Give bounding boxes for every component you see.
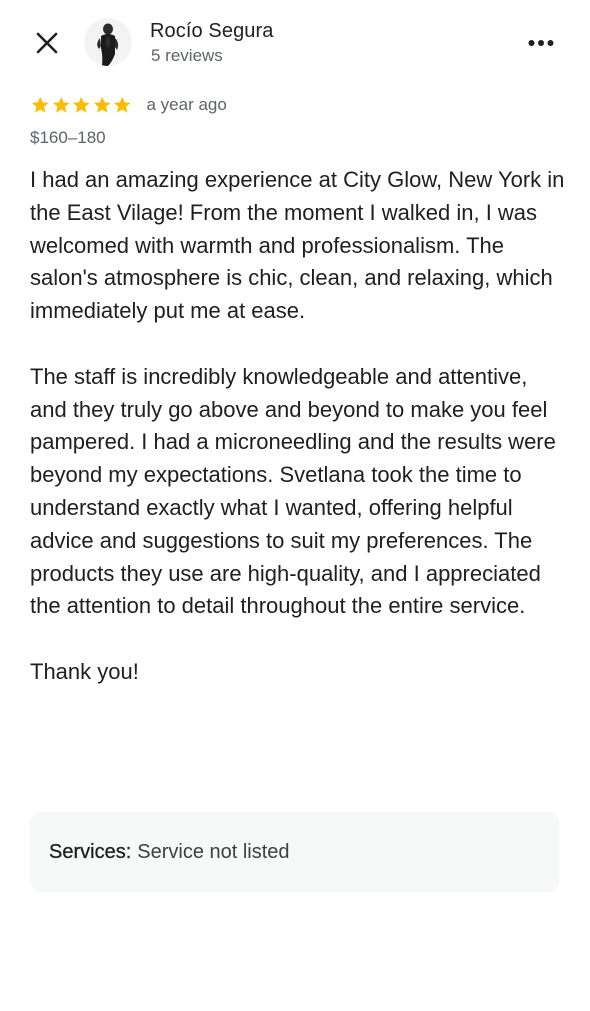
review-paragraph: The staff is incredibly knowledgeable an… — [30, 363, 556, 619]
review-header: Rocío Segura 5 reviews — [0, 0, 590, 86]
more-options-button[interactable] — [520, 24, 562, 62]
avatar-photo — [84, 18, 132, 66]
more-horizontal-icon — [528, 40, 554, 46]
services-box: Services: Service not listed — [30, 812, 559, 892]
star-icon — [113, 96, 131, 113]
review-paragraph: I had an amazing experience at City Glow… — [30, 167, 565, 324]
star-icon — [72, 96, 90, 113]
close-button[interactable] — [28, 24, 66, 62]
star-icon — [93, 96, 111, 113]
author-review-count: 5 reviews — [151, 46, 223, 65]
avatar[interactable] — [84, 18, 132, 66]
rating-row: a year ago — [30, 92, 227, 118]
review-date: a year ago — [146, 95, 227, 114]
services-value: Service not listed — [137, 840, 290, 863]
review-body: I had an amazing experience at City Glow… — [30, 164, 565, 722]
star-icon — [31, 96, 49, 113]
services-label: Services: — [49, 840, 132, 863]
review-paragraph: Thank you! — [30, 658, 139, 684]
author-name[interactable]: Rocío Segura — [150, 20, 274, 43]
price-range: $160–180 — [30, 128, 106, 147]
star-icon — [52, 96, 70, 113]
star-rating — [30, 95, 133, 115]
close-icon — [36, 32, 58, 54]
